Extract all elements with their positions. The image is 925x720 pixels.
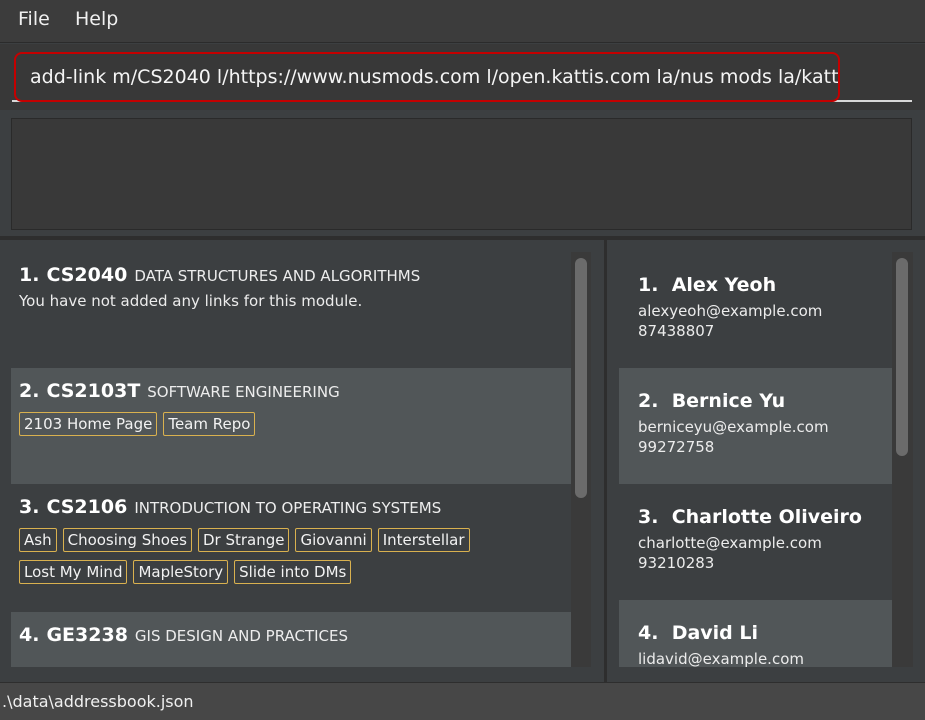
module-index: 2.: [19, 380, 40, 402]
person-email: charlotte@example.com: [638, 534, 822, 552]
link-tag[interactable]: Slide into DMs: [234, 560, 352, 584]
module-name: GIS DESIGN AND PRACTICES: [134, 627, 349, 645]
person-phone: 99272758: [638, 438, 715, 456]
person-card[interactable]: 4. David Li lidavid@example.com: [619, 600, 892, 667]
status-bar: .\data\addressbook.json: [0, 682, 925, 720]
module-card[interactable]: 4. GE3238 GIS DESIGN AND PRACTICES: [11, 612, 571, 667]
person-name: 1. Alex Yeoh: [638, 274, 892, 296]
person-name: 2. Bernice Yu: [638, 390, 892, 412]
module-scrollbar-thumb[interactable]: [575, 258, 587, 498]
link-tag[interactable]: Dr Strange: [197, 528, 290, 552]
menu-help[interactable]: Help: [75, 8, 118, 30]
person-scrollbar-thumb[interactable]: [896, 258, 908, 456]
module-index: 4.: [19, 624, 40, 646]
link-tags: 2103 Home Page Team Repo: [19, 412, 569, 436]
person-name-text: David Li: [671, 622, 759, 644]
module-code: CS2103T: [46, 380, 141, 402]
link-tag[interactable]: MapleStory: [133, 560, 229, 584]
person-index: 2.: [638, 390, 659, 412]
module-name: SOFTWARE ENGINEERING: [147, 383, 340, 401]
module-header: 2. CS2103T SOFTWARE ENGINEERING: [19, 380, 563, 402]
no-links-message: You have not added any links for this mo…: [19, 292, 363, 310]
command-area: [0, 44, 925, 110]
module-header: 4. GE3238 GIS DESIGN AND PRACTICES: [19, 624, 563, 646]
link-tag[interactable]: 2103 Home Page: [19, 412, 158, 436]
link-tag[interactable]: Choosing Shoes: [62, 528, 192, 552]
person-index: 1.: [638, 274, 659, 296]
module-code: CS2106: [46, 496, 128, 518]
menu-bar: File Help: [0, 0, 925, 43]
save-location: .\data\addressbook.json: [2, 692, 194, 711]
link-tag[interactable]: Lost My Mind: [19, 560, 128, 584]
link-tag[interactable]: Ash: [19, 528, 57, 552]
person-name-text: Alex Yeoh: [671, 274, 777, 296]
list-divider[interactable]: [604, 240, 607, 682]
command-input[interactable]: [14, 52, 840, 102]
person-name-text: Charlotte Oliveiro: [671, 506, 862, 528]
person-list[interactable]: 1. Alex Yeoh alexyeoh@example.com 874388…: [619, 252, 913, 667]
person-card[interactable]: 2. Bernice Yu berniceyu@example.com 9927…: [619, 368, 892, 484]
link-tag[interactable]: Giovanni: [295, 528, 372, 552]
person-email: berniceyu@example.com: [638, 418, 829, 436]
module-code: CS2040: [46, 264, 128, 286]
module-header: 3. CS2106 INTRODUCTION TO OPERATING SYST…: [19, 496, 563, 518]
menu-file[interactable]: File: [18, 8, 50, 30]
module-scrollbar[interactable]: [574, 252, 588, 667]
person-phone: 87438807: [638, 322, 715, 340]
result-display: [11, 118, 912, 230]
person-index: 3.: [638, 506, 659, 528]
module-card[interactable]: 3. CS2106 INTRODUCTION TO OPERATING SYST…: [11, 484, 571, 612]
module-name: INTRODUCTION TO OPERATING SYSTEMS: [134, 499, 442, 517]
module-list[interactable]: 1. CS2040 DATA STRUCTURES AND ALGORITHMS…: [11, 252, 591, 667]
link-tag[interactable]: Team Repo: [163, 412, 256, 436]
module-name: DATA STRUCTURES AND ALGORITHMS: [134, 267, 421, 285]
person-index: 4.: [638, 622, 659, 644]
module-header: 1. CS2040 DATA STRUCTURES AND ALGORITHMS: [19, 264, 563, 286]
person-name: 4. David Li: [638, 622, 892, 644]
person-scrollbar[interactable]: [895, 252, 909, 667]
person-email: alexyeoh@example.com: [638, 302, 823, 320]
person-card[interactable]: 3. Charlotte Oliveiro charlotte@example.…: [619, 484, 892, 600]
command-box: [12, 50, 912, 102]
person-name: 3. Charlotte Oliveiro: [638, 506, 892, 528]
link-tags: Ash Choosing Shoes Dr Strange Giovanni I…: [19, 528, 569, 584]
module-card[interactable]: 2. CS2103T SOFTWARE ENGINEERING 2103 Hom…: [11, 368, 571, 484]
panel-divider: [0, 236, 925, 240]
module-index: 3.: [19, 496, 40, 518]
person-email: lidavid@example.com: [638, 650, 804, 667]
person-card[interactable]: 1. Alex Yeoh alexyeoh@example.com 874388…: [619, 252, 892, 368]
module-card[interactable]: 1. CS2040 DATA STRUCTURES AND ALGORITHMS…: [11, 252, 571, 368]
module-code: GE3238: [46, 624, 128, 646]
module-index: 1.: [19, 264, 40, 286]
link-tag[interactable]: Interstellar: [377, 528, 470, 552]
person-phone: 93210283: [638, 554, 715, 572]
person-name-text: Bernice Yu: [671, 390, 786, 412]
